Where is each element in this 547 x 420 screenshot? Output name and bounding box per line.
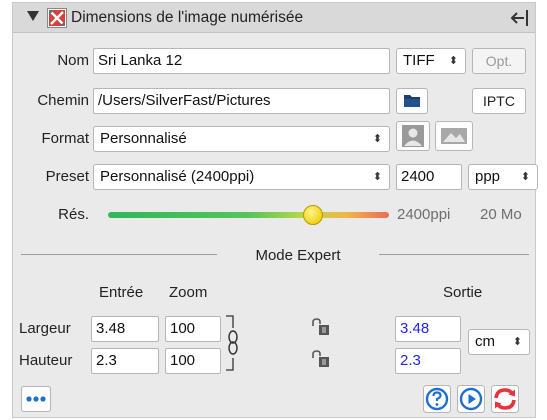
panel-titlebar: Dimensions de l'image numérisée [13,3,535,33]
help-icon[interactable] [423,385,451,413]
file-format-select[interactable]: TIFF ⬍ [396,48,466,74]
width-label: Largeur [19,320,71,337]
file-size-readout: 20 Mo [480,206,522,223]
reset-icon[interactable] [491,385,519,413]
more-options-button[interactable] [21,386,51,412]
profile-person-button[interactable] [396,121,430,151]
name-label: Nom [57,52,89,69]
options-button[interactable]: Opt. [472,48,526,74]
resolution-label: Rés. [58,206,89,223]
format-select[interactable]: Personnalisé ⬍ [93,126,390,152]
select-arrows-icon: ⬍ [372,171,382,183]
mode-expert-toggle[interactable]: Mode Expert [209,246,387,268]
resolution-input[interactable]: 2400 [396,164,462,190]
resolution-slider-knob[interactable] [303,205,324,225]
person-icon [402,125,424,147]
width-zoom-input[interactable]: 100 [165,316,221,342]
resolution-readout: 2400ppi [397,206,451,223]
ellipsis-icon [26,396,46,402]
chain-link-icon[interactable] [225,314,241,372]
select-arrows-icon: ⬍ [372,133,382,145]
landscape-button[interactable] [435,121,473,151]
divider-right [379,254,529,255]
preset-value: Personnalisé (2400ppi) [100,168,255,185]
choose-folder-button[interactable] [396,88,428,114]
path-label: Chemin [37,92,89,109]
width-input[interactable]: 3.48 [91,316,159,342]
panel-title: Dimensions de l'image numérisée [71,9,304,26]
height-output-input[interactable]: 2.3 [395,348,461,374]
play-icon[interactable] [457,385,485,413]
format-value: Personnalisé [100,130,187,147]
output-column-header: Sortie [443,284,483,301]
format-label: Format [41,130,89,147]
collapse-panel-icon[interactable] [508,7,530,29]
landscape-icon [441,128,467,144]
select-arrows-icon: ⬍ [520,171,530,183]
preset-label: Preset [45,168,89,185]
path-input[interactable]: /Users/SilverFast/Pictures [93,88,390,114]
file-format-value: TIFF [403,52,435,69]
file-name-input[interactable]: Sri Lanka 12 [93,48,390,74]
zoom-column-header: Zoom [169,284,208,301]
width-lock-icon[interactable] [310,318,332,336]
resolution-slider-track[interactable] [108,212,389,218]
image-dimensions-panel: Dimensions de l'image numérisée Nom Sri … [12,2,538,418]
input-column-header: Entrée [99,284,144,301]
preset-select[interactable]: Personnalisé (2400ppi) ⬍ [93,164,390,190]
select-arrows-icon: ⬍ [448,55,458,67]
resolution-unit-select[interactable]: ppp ⬍ [468,164,538,190]
mode-expert-title: Mode Expert [255,247,341,264]
height-lock-icon[interactable] [310,350,332,368]
height-input[interactable]: 2.3 [91,348,159,374]
resolution-unit-value: ppp [475,168,501,185]
output-unit-value: cm [475,333,495,350]
height-label: Hauteur [19,352,73,369]
divider-left [21,254,217,255]
iptc-button[interactable]: IPTC [472,88,526,114]
disclosure-triangle-icon[interactable] [27,11,39,21]
image-dimensions-icon [47,8,67,28]
height-zoom-input[interactable]: 100 [165,348,221,374]
output-unit-select[interactable]: cm ⬍ [468,329,530,355]
folder-icon [404,95,420,107]
width-output-input[interactable]: 3.48 [395,316,461,342]
select-arrows-icon: ⬍ [512,336,522,348]
